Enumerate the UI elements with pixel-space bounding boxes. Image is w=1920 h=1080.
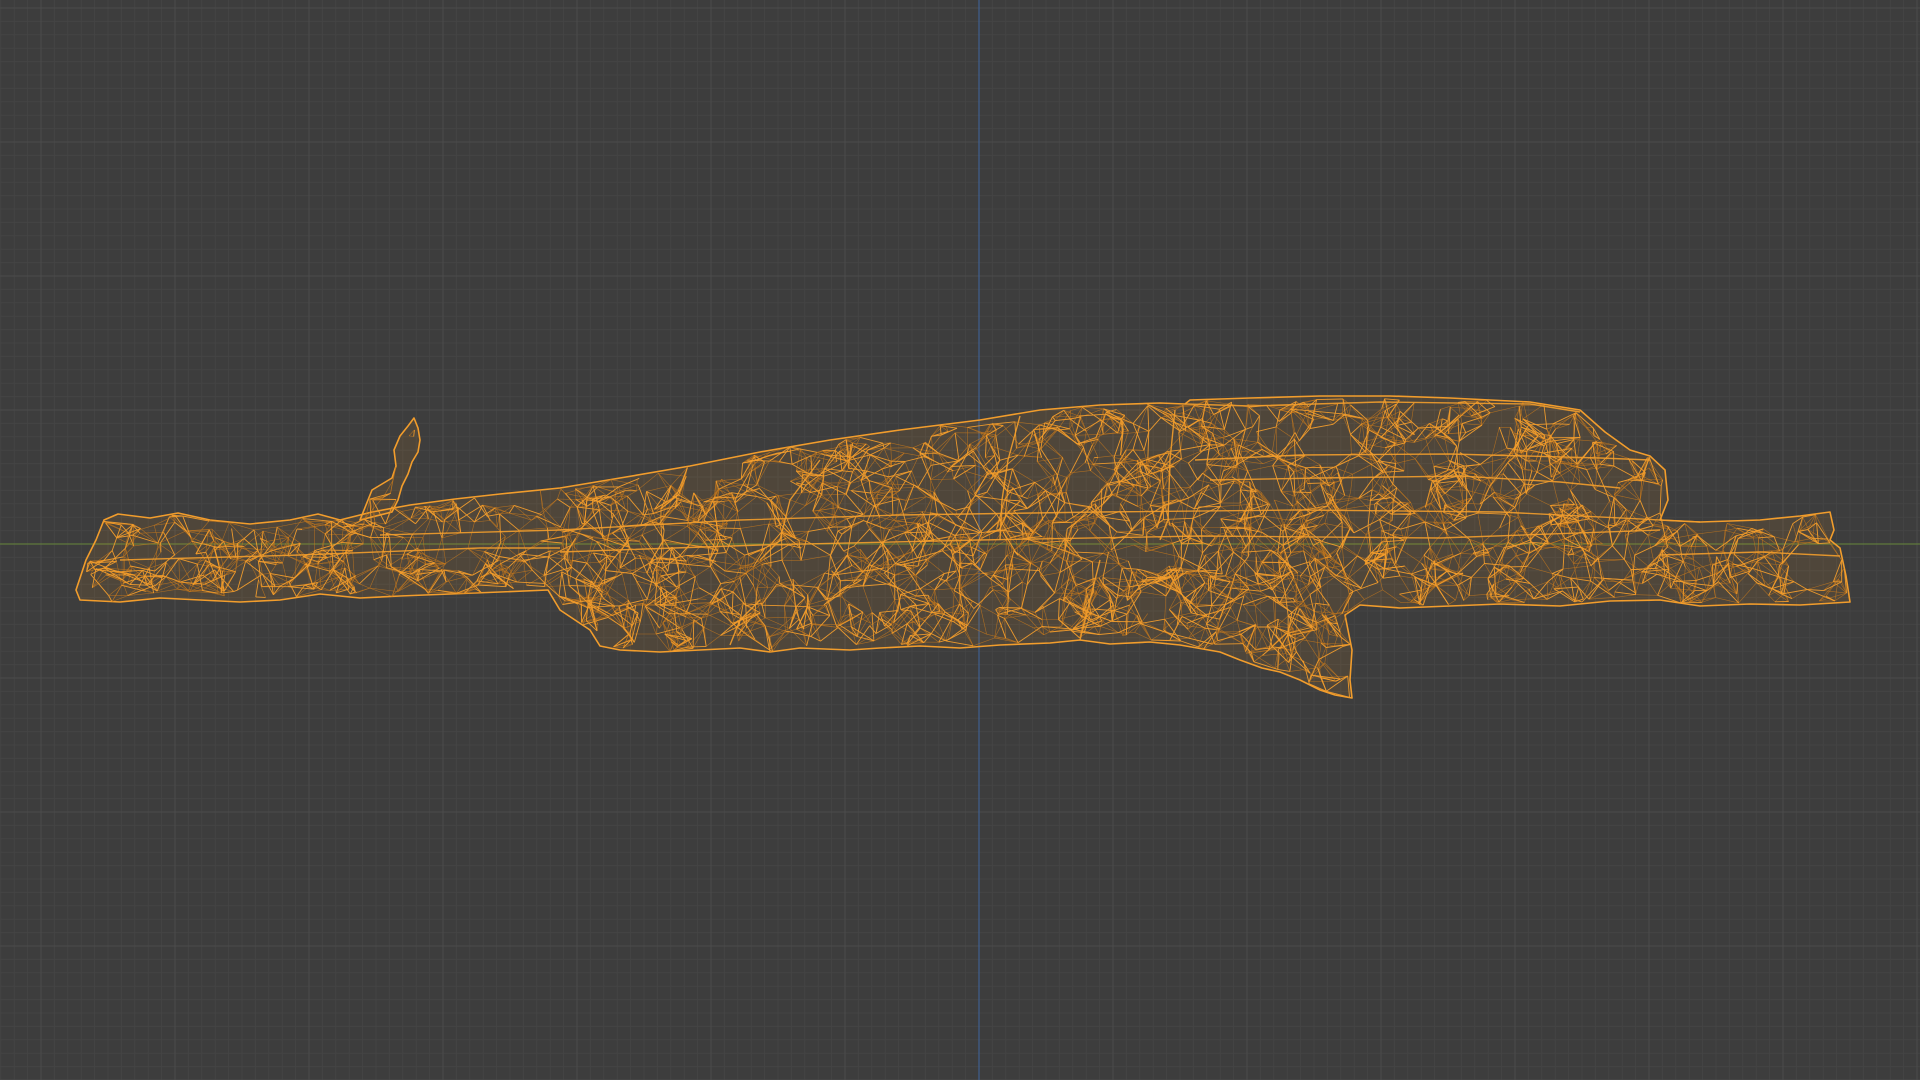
viewport-canvas[interactable] — [0, 0, 1920, 1080]
3d-viewport[interactable] — [0, 0, 1920, 1080]
rock-mesh-wireframe[interactable] — [75, 395, 1851, 699]
